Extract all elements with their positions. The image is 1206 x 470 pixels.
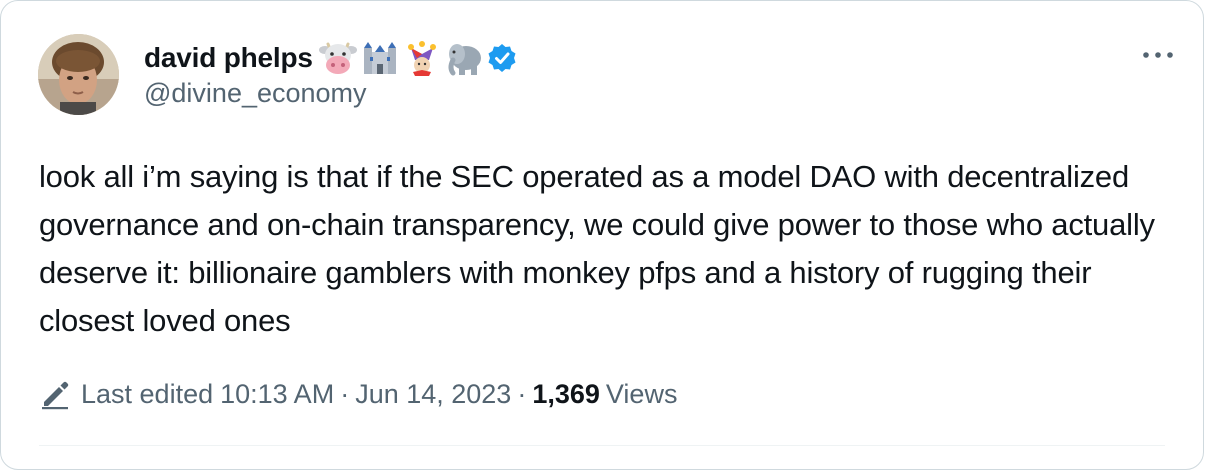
tweet-text: look all i’m saying is that if the SEC o… bbox=[39, 159, 1155, 338]
views-label: Views bbox=[605, 378, 678, 409]
edited-label[interactable]: Last edited bbox=[81, 379, 213, 410]
more-options-icon[interactable] bbox=[1138, 43, 1178, 67]
author-name-row: david phelps bbox=[144, 38, 517, 78]
views-count: 1,369 bbox=[532, 378, 600, 409]
tweet-metadata: Last edited 10:13 AM · Jun 14, 2023 · 1,… bbox=[39, 374, 677, 414]
avatar[interactable] bbox=[38, 34, 119, 115]
edited-time[interactable]: 10:13 AM bbox=[220, 379, 334, 410]
meta-separator: · bbox=[517, 378, 527, 409]
author-display-name[interactable]: david phelps bbox=[144, 42, 313, 74]
tweet-card: david phelps @divine_economy look all i’… bbox=[0, 0, 1204, 470]
verified-badge-icon[interactable] bbox=[487, 43, 517, 73]
elephant-icon bbox=[448, 44, 481, 76]
edit-pencil-icon bbox=[42, 381, 69, 410]
jester-icon bbox=[407, 41, 436, 76]
name-emojis bbox=[318, 40, 483, 76]
divider bbox=[39, 445, 1165, 446]
castle-icon bbox=[363, 42, 396, 74]
meta-separator: · bbox=[340, 378, 350, 409]
author-handle[interactable]: @divine_economy bbox=[144, 78, 367, 109]
edited-date[interactable]: Jun 14, 2023 bbox=[355, 379, 511, 410]
cow-face-icon bbox=[318, 42, 357, 74]
